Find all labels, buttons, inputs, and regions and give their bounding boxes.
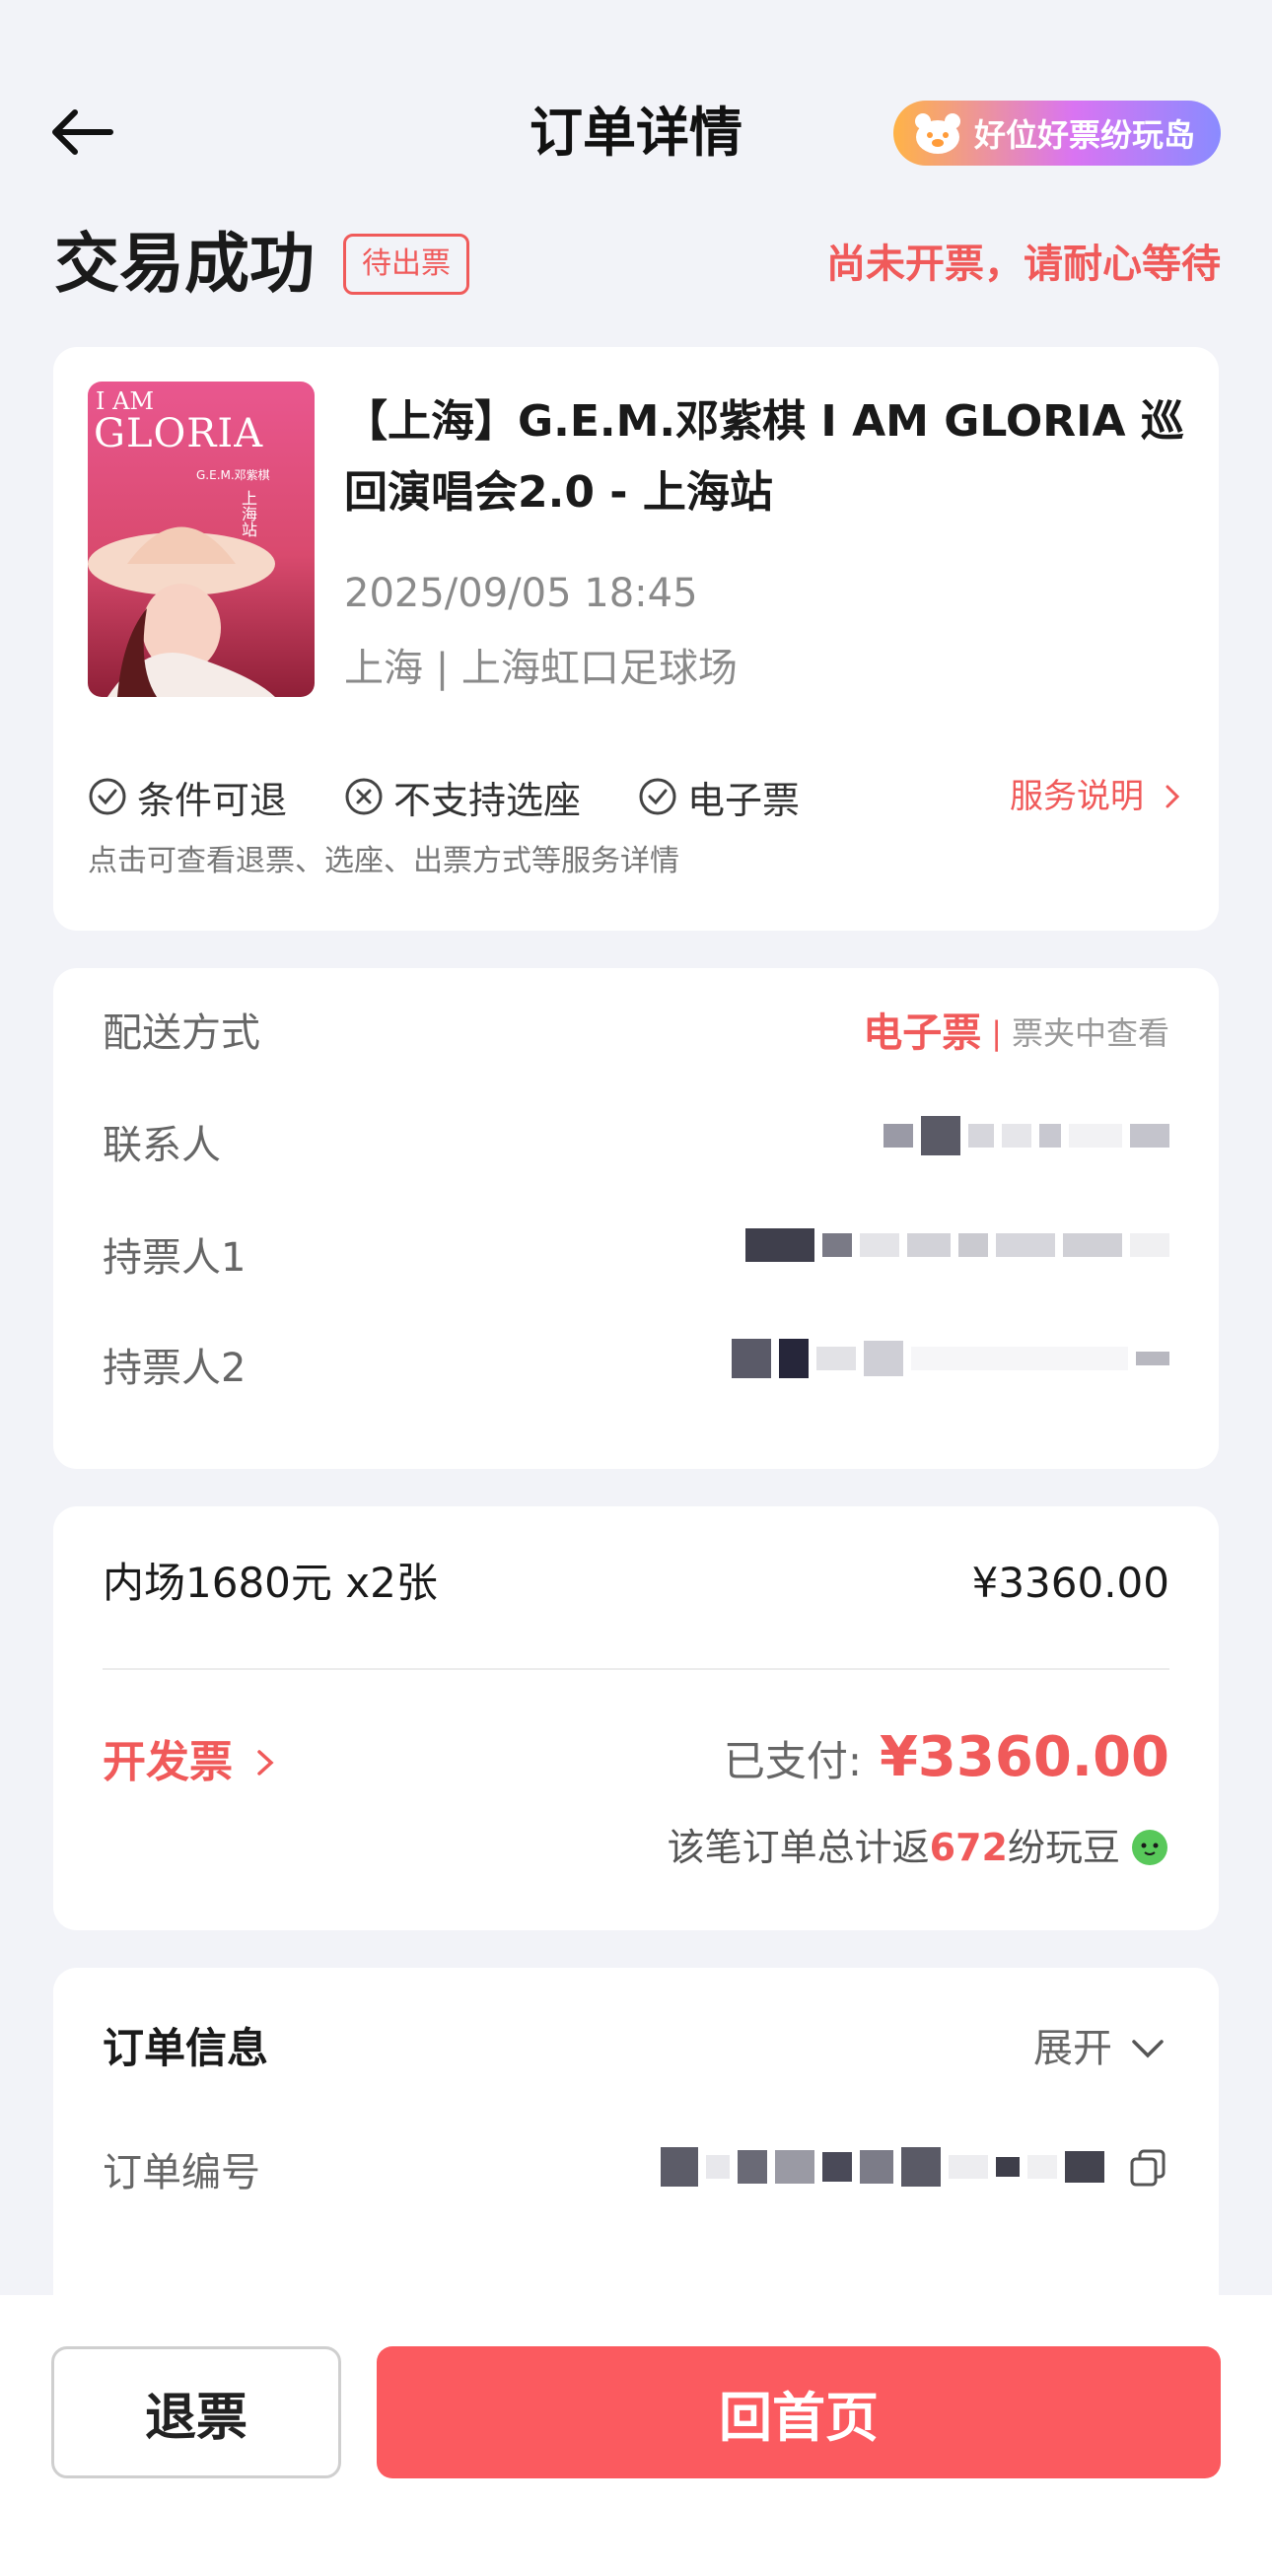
poster-text-3: G.E.M.邓紫棋 (196, 468, 270, 482)
order-info-card: 订单信息 展开 订单编号 (53, 1968, 1219, 2323)
invoice-label: 开发票 (103, 1737, 233, 1787)
paid-label: 已支付: (723, 1737, 862, 1785)
redacted-mosaic (732, 1339, 1169, 1378)
chevron-right-icon (257, 1750, 274, 1775)
contact-label: 联系人 (103, 1123, 221, 1168)
bear-logo-icon (914, 113, 960, 154)
brand-pill-label: 好位好票纷玩岛 (973, 116, 1195, 154)
copy-icon[interactable] (1126, 2145, 1169, 2189)
chevron-right-icon (1166, 785, 1180, 808)
divider (103, 1668, 1169, 1670)
delivery-type: 电子票 (863, 1010, 982, 1056)
check-circle-icon (639, 778, 676, 815)
header-bar: 订单详情 好位好票纷玩岛 (0, 0, 1272, 217)
delivery-where: 票夹中查看 (1011, 1014, 1169, 1052)
expand-button[interactable]: 展开 (1033, 2019, 1169, 2078)
bean-prefix: 该笔订单总计返 (667, 1826, 930, 1869)
event-poster: I AM GLORIA G.E.M.邓紫棋 上海站 (88, 382, 315, 697)
service-tag-e-ticket: 电子票 (638, 770, 800, 824)
holder1-value-redacted (745, 1228, 1169, 1262)
paid-amount: ¥3360.00 (879, 1725, 1169, 1789)
bean-suffix: 纷玩豆 (1007, 1826, 1120, 1869)
ticket-line-value: ¥3360.00 (971, 1559, 1169, 1607)
order-info-title: 订单信息 (103, 2024, 269, 2072)
x-circle-icon (345, 778, 383, 815)
redacted-mosaic (745, 1228, 1169, 1262)
refund-button[interactable]: 退票 (51, 2346, 341, 2478)
service-tag-refundable: 条件可退 (88, 770, 287, 824)
holder1-label: 持票人1 (103, 1235, 247, 1281)
delivery-separator: | (991, 1014, 1002, 1052)
bean-face-icon (1132, 1830, 1167, 1865)
event-venue: 上海 | 上海虹口足球场 (344, 646, 738, 691)
event-title: 【上海】G.E.M.邓紫棋 I AM GLORIA 巡回演唱会2.0 - 上海站 (344, 396, 1184, 518)
ticket-line-label: 内场1680元 x2张 (103, 1559, 438, 1607)
contact-value-redacted (883, 1116, 1169, 1155)
service-tag-no-seat-selection: 不支持选座 (344, 770, 581, 824)
status-note: 尚未开票，请耐心等待 (826, 242, 1221, 287)
bottom-action-bar: 退票 回首页 (0, 2295, 1272, 2576)
holder2-label: 持票人2 (103, 1346, 247, 1391)
service-tag-label: 电子票 (687, 778, 801, 822)
check-circle-icon (89, 778, 126, 815)
order-number-value-redacted (661, 2145, 1169, 2189)
price-card: 内场1680元 x2张 ¥3360.00 开发票 已支付: ¥3360.00 该… (53, 1506, 1219, 1930)
holder2-value-redacted (732, 1339, 1169, 1378)
expand-label: 展开 (1033, 2026, 1112, 2071)
service-tag-label: 条件可退 (137, 778, 288, 822)
service-tags-row[interactable]: 条件可退 不支持选座 电子票 服务说明 (88, 769, 1187, 824)
bean-count: 672 (929, 1826, 1008, 1869)
order-number-label: 订单编号 (103, 2150, 260, 2195)
delivery-card: 配送方式 电子票 | 票夹中查看 联系人 持票人1 持票人2 (53, 968, 1219, 1469)
event-card[interactable]: I AM GLORIA G.E.M.邓紫棋 上海站 【上海】G.E.M.邓紫棋 … (53, 347, 1219, 931)
home-button[interactable]: 回首页 (377, 2346, 1221, 2478)
delivery-method-value[interactable]: 电子票 | 票夹中查看 (863, 1004, 1169, 1063)
bean-reward-row: 该笔订单总计返 672 纷玩豆 (668, 1820, 1169, 1875)
service-info-link[interactable]: 服务说明 (1010, 769, 1187, 824)
invoice-button[interactable]: 开发票 (103, 1731, 282, 1794)
service-info-label: 服务说明 (1010, 777, 1144, 816)
redacted-mosaic (661, 2147, 1104, 2187)
delivery-method-label: 配送方式 (103, 1010, 260, 1056)
poster-text-2: GLORIA (94, 411, 264, 456)
brand-pill[interactable]: 好位好票纷玩岛 (892, 101, 1221, 166)
redacted-mosaic (883, 1116, 1169, 1155)
order-status-title: 交易成功 (54, 226, 315, 302)
service-hint: 点击可查看退票、选座、出票方式等服务详情 (88, 844, 679, 878)
service-tag-label: 不支持选座 (393, 778, 582, 822)
status-badge: 待出票 (343, 234, 469, 295)
event-datetime: 2025/09/05 18:45 (344, 571, 698, 616)
paid-row: 已支付: ¥3360.00 (724, 1725, 1169, 1789)
chevron-down-icon (1132, 2040, 1164, 2058)
poster-text-4: 上海站 (239, 490, 257, 537)
